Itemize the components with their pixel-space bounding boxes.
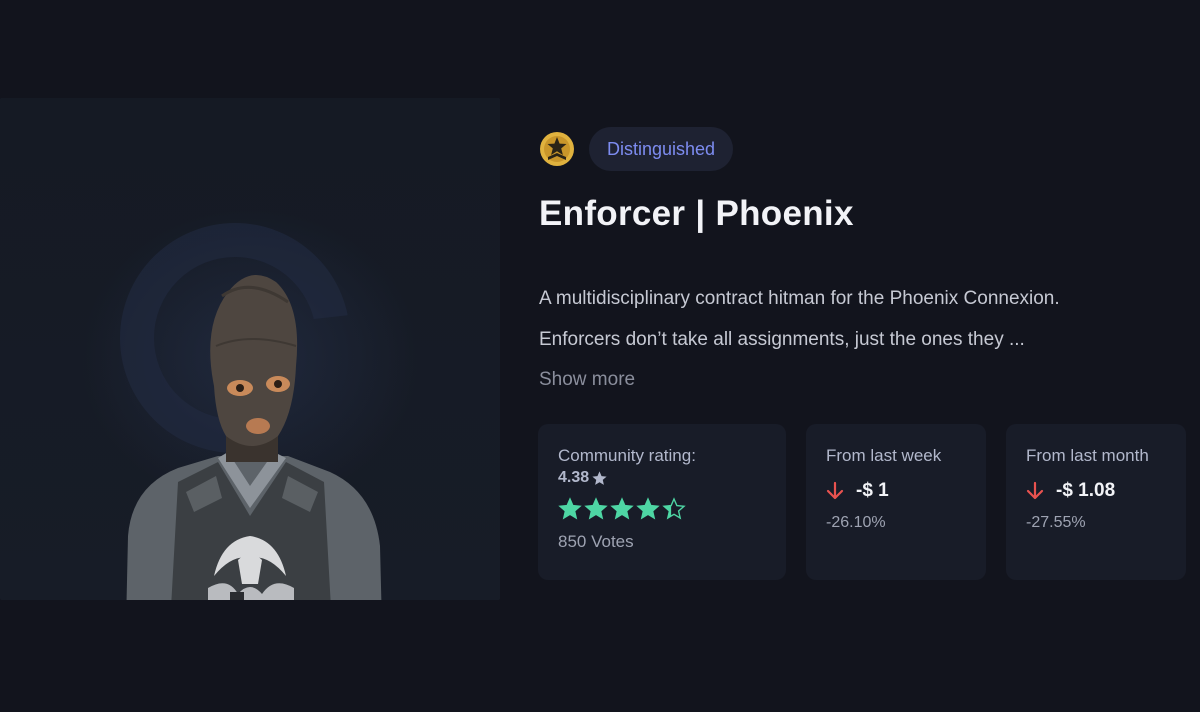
arrow-down-icon (826, 481, 844, 500)
rating-number: 4.38 (558, 469, 590, 486)
weekly-price-row: -$ 1 (826, 480, 966, 502)
rating-star-icon[interactable] (558, 497, 582, 521)
rarity-row: Distinguished (539, 126, 1189, 172)
agent-portrait (126, 274, 382, 600)
community-rating-card: Community rating: 4.38 850 Votes (538, 424, 786, 580)
weekly-change-label: From last week (826, 446, 942, 465)
star-icon (592, 470, 607, 485)
weekly-change-card: From last week -$ 1 -26.10% (806, 424, 986, 580)
rating-star-icon[interactable] (662, 497, 686, 521)
rating-star-icon[interactable] (636, 497, 660, 521)
rating-label: Community rating: (558, 446, 696, 465)
item-details: Distinguished Enforcer | Phoenix A multi… (539, 126, 1189, 400)
weekly-percent-change: -26.10% (826, 514, 886, 531)
rating-value: 4.38 (558, 468, 766, 488)
rating-star-icon[interactable] (610, 497, 634, 521)
monthly-price-row: -$ 1.08 (1026, 480, 1166, 502)
star-rating[interactable] (558, 496, 766, 522)
rank-star-icon (540, 132, 574, 166)
arrow-down-icon (1026, 481, 1044, 500)
rarity-badge: Distinguished (589, 127, 734, 171)
votes-count: 850 Votes (558, 532, 634, 551)
item-page: Distinguished Enforcer | Phoenix A multi… (0, 0, 1200, 712)
description-line: Enforcers don’t take all assignments, ju… (539, 329, 1025, 350)
page-title: Enforcer | Phoenix (539, 194, 854, 233)
item-description: A multidisciplinary contract hitman for … (539, 278, 1189, 360)
monthly-change-card: From last month -$ 1.08 -27.55% (1006, 424, 1186, 580)
monthly-price-change: -$ 1.08 (1056, 480, 1116, 501)
description-line: A multidisciplinary contract hitman for … (539, 288, 1060, 309)
show-more-link[interactable]: Show more (539, 360, 1189, 400)
weekly-price-change: -$ 1 (856, 480, 889, 501)
monthly-change-label: From last month (1026, 446, 1149, 465)
item-image-panel (0, 98, 500, 600)
monthly-percent-change: -27.55% (1026, 514, 1086, 531)
rating-star-icon[interactable] (584, 497, 608, 521)
